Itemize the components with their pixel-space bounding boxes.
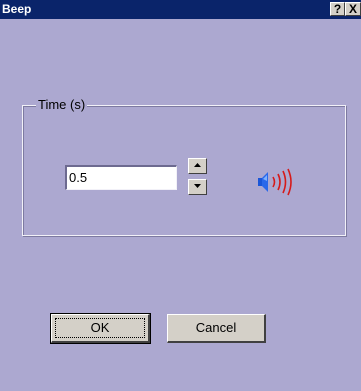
arrow-down-icon xyxy=(194,184,201,188)
title-bar[interactable]: Beep ? X xyxy=(0,0,361,19)
arrow-up-icon xyxy=(194,163,201,167)
cancel-button[interactable]: Cancel xyxy=(167,314,266,343)
beep-dialog: Beep ? X Time (s) 0.5 OK Cancel xyxy=(0,0,361,391)
close-button[interactable]: X xyxy=(345,2,361,16)
time-input[interactable]: 0.5 xyxy=(65,165,177,190)
help-button[interactable]: ? xyxy=(330,2,345,16)
ok-button[interactable]: OK xyxy=(50,313,151,344)
spin-up-button[interactable] xyxy=(188,158,207,174)
time-group-label: Time (s) xyxy=(36,97,88,112)
ok-label: OK xyxy=(90,320,110,335)
speaker-icon xyxy=(258,168,292,196)
spin-down-button[interactable] xyxy=(188,179,207,195)
window-title: Beep xyxy=(2,2,32,16)
